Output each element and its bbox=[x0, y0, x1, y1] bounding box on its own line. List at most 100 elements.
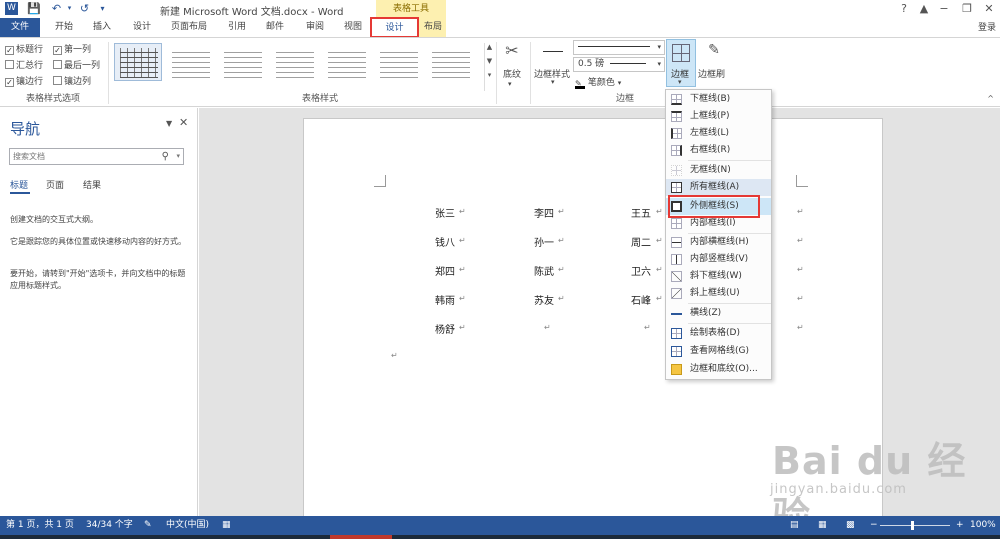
checkbox-header-row[interactable]: ✓ 标题行 bbox=[5, 42, 43, 55]
help-button[interactable]: ? bbox=[895, 0, 913, 18]
menu-item-view-gridlines[interactable]: 查看网格线(G) bbox=[666, 343, 771, 360]
zoom-in-icon[interactable]: + bbox=[956, 516, 964, 535]
search-dropdown-icon[interactable]: ▾ bbox=[176, 149, 180, 164]
menu-item-no-border[interactable]: 无框线(N) bbox=[666, 162, 771, 179]
menu-item-bottom-border[interactable]: 下框线(B) bbox=[666, 91, 771, 108]
shading-dropdown-icon[interactable]: ▾ bbox=[508, 80, 512, 88]
zoom-slider-thumb[interactable] bbox=[911, 521, 914, 530]
gallery-more-icon[interactable]: ▾ bbox=[485, 71, 494, 79]
table-cell[interactable]: 张三 bbox=[435, 205, 455, 220]
menu-item-draw-table[interactable]: 绘制表格(D) bbox=[666, 325, 771, 342]
nav-tab-results[interactable]: 结果 bbox=[83, 178, 101, 191]
proofing-icon[interactable]: ✎ bbox=[144, 516, 152, 535]
checkbox-total-row[interactable]: 汇总行 bbox=[5, 58, 43, 71]
table-cell[interactable]: 周二 bbox=[631, 234, 651, 249]
border-painter-icon[interactable]: ✎ bbox=[702, 42, 726, 62]
border-painter-button[interactable]: 边框刷 bbox=[698, 67, 725, 80]
read-mode-icon[interactable]: ▤ bbox=[790, 516, 799, 535]
nav-search-input[interactable]: 搜索文档 ⚲ ▾ bbox=[9, 148, 184, 165]
checkbox-banded-rows[interactable]: ✓ 镶边行 bbox=[5, 74, 43, 87]
checkbox-banded-columns[interactable]: 镶边列 bbox=[53, 74, 91, 87]
tab-file[interactable]: 文件 bbox=[0, 18, 40, 37]
macro-record-icon[interactable]: ▦ bbox=[222, 516, 231, 535]
ribbon-display-options-button[interactable]: ▲ bbox=[915, 0, 933, 18]
table-style-plain-4[interactable] bbox=[322, 43, 370, 81]
table-cell[interactable]: 孙一 bbox=[534, 234, 554, 249]
menu-item-left-border[interactable]: 左框线(L) bbox=[666, 125, 771, 142]
taskbar-strip bbox=[0, 535, 1000, 539]
table-style-grid[interactable] bbox=[114, 43, 162, 81]
menu-item-inside-horizontal[interactable]: 内部横框线(H) bbox=[666, 234, 771, 251]
table-style-plain-3[interactable] bbox=[270, 43, 318, 81]
zoom-level[interactable]: 100% bbox=[970, 516, 996, 535]
menu-item-horizontal-line[interactable]: 横线(Z) bbox=[666, 305, 771, 322]
minimize-button[interactable]: − bbox=[935, 0, 953, 18]
line-style-select[interactable]: ▾ bbox=[573, 40, 665, 55]
border-style-icon[interactable] bbox=[543, 51, 563, 52]
scroll-up-icon[interactable]: ▲ bbox=[485, 43, 494, 51]
shading-button[interactable]: 底纹 bbox=[500, 67, 524, 80]
tab-table-design[interactable]: 设计 bbox=[370, 17, 419, 38]
zoom-out-icon[interactable]: − bbox=[870, 516, 878, 535]
tab-page-layout[interactable]: 页面布局 bbox=[164, 18, 214, 37]
customize-toolbar-icon[interactable]: ▾ bbox=[96, 2, 109, 15]
scroll-down-icon[interactable]: ▼ bbox=[485, 57, 494, 65]
tab-view[interactable]: 视图 bbox=[336, 18, 370, 37]
borders-button[interactable]: 边框 ▾ bbox=[666, 39, 696, 87]
tab-references[interactable]: 引用 bbox=[220, 18, 254, 37]
table-cell[interactable]: 杨舒 bbox=[435, 321, 455, 336]
collapse-ribbon-icon[interactable]: ^ bbox=[987, 94, 994, 103]
gallery-scroll[interactable]: ▲ ▼ ▾ bbox=[484, 43, 494, 91]
tab-home[interactable]: 开始 bbox=[48, 18, 80, 37]
table-cell[interactable]: 韩雨 bbox=[435, 292, 455, 307]
nav-close-icon[interactable]: ✕ bbox=[179, 116, 188, 129]
redo-icon[interactable]: ↺ bbox=[78, 2, 91, 15]
menu-item-inside-vertical[interactable]: 内部竖框线(V) bbox=[666, 251, 771, 268]
zoom-slider[interactable] bbox=[880, 525, 950, 526]
restore-button[interactable]: ❐ bbox=[958, 0, 976, 18]
web-layout-icon[interactable]: ▩ bbox=[846, 516, 855, 535]
nav-options-icon[interactable]: ▼ bbox=[166, 119, 172, 128]
tab-insert[interactable]: 插入 bbox=[86, 18, 118, 37]
nav-tab-headings[interactable]: 标题 bbox=[10, 178, 28, 191]
border-styles-dropdown-icon[interactable]: ▾ bbox=[551, 78, 555, 86]
table-style-plain-5[interactable] bbox=[374, 43, 422, 81]
status-page-count[interactable]: 第 1 页，共 1 页 bbox=[6, 516, 74, 535]
table-cell[interactable]: 苏友 bbox=[534, 292, 554, 307]
table-cell[interactable]: 石峰 bbox=[631, 292, 651, 307]
checkbox-last-column[interactable]: 最后一列 bbox=[53, 58, 100, 71]
table-style-plain-1[interactable] bbox=[166, 43, 214, 81]
table-cell[interactable]: 郑四 bbox=[435, 263, 455, 278]
table-cell[interactable]: 王五 bbox=[631, 205, 651, 220]
sign-in-link[interactable]: 登录 bbox=[978, 20, 996, 33]
table-style-plain-2[interactable] bbox=[218, 43, 266, 81]
tab-table-layout[interactable]: 布局 bbox=[420, 18, 446, 37]
close-button[interactable]: ✕ bbox=[980, 0, 998, 18]
print-layout-icon[interactable]: ▦ bbox=[818, 516, 827, 535]
status-language[interactable]: 中文(中国) bbox=[166, 516, 209, 535]
paint-bucket-icon[interactable]: ✂ bbox=[500, 41, 524, 61]
tab-design[interactable]: 设计 bbox=[124, 18, 160, 37]
save-icon[interactable]: 💾 bbox=[27, 2, 41, 15]
menu-item-diagonal-down[interactable]: 斜下框线(W) bbox=[666, 268, 771, 285]
menu-item-diagonal-up[interactable]: 斜上框线(U) bbox=[666, 285, 771, 302]
status-word-count[interactable]: 34/34 个字 bbox=[86, 516, 133, 535]
menu-item-top-border[interactable]: 上框线(P) bbox=[666, 108, 771, 125]
table-cell[interactable]: 李四 bbox=[534, 205, 554, 220]
undo-icon[interactable]: ↶ bbox=[50, 2, 63, 15]
tab-mailings[interactable]: 邮件 bbox=[258, 18, 292, 37]
checkbox-first-column[interactable]: ✓ 第一列 bbox=[53, 42, 91, 55]
menu-item-borders-and-shading[interactable]: 边框和底纹(O)... bbox=[666, 361, 771, 378]
pen-color-button[interactable]: ✎ 笔颜色 ▾ bbox=[575, 75, 621, 89]
nav-tab-pages[interactable]: 页面 bbox=[46, 178, 64, 191]
table-cell[interactable]: 钱八 bbox=[435, 234, 455, 249]
undo-dropdown-icon[interactable]: ▾ bbox=[63, 2, 76, 15]
table-cell[interactable]: 卫六 bbox=[631, 263, 651, 278]
search-icon[interactable]: ⚲ bbox=[162, 149, 169, 164]
menu-item-right-border[interactable]: 右框线(R) bbox=[666, 142, 771, 159]
tab-review[interactable]: 审阅 bbox=[298, 18, 332, 37]
line-weight-select[interactable]: 0.5 磅 ▾ bbox=[573, 57, 665, 72]
table-cell[interactable]: 陈武 bbox=[534, 263, 554, 278]
table-style-plain-6[interactable] bbox=[426, 43, 474, 81]
menu-item-all-borders[interactable]: 所有框线(A) bbox=[666, 179, 771, 196]
